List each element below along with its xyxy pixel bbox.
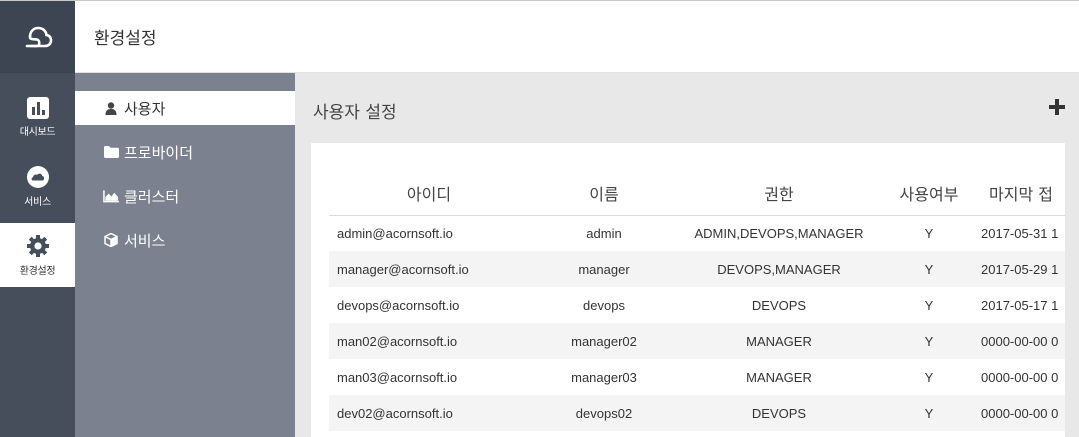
cell-last-login: 0000-00-00 0 (981, 369, 1059, 385)
cell-last-login: 2017-05-17 1 (981, 297, 1059, 313)
icon-rail: 대시보드 서비스 환경설정 (0, 1, 75, 437)
cell-name: devops (583, 297, 625, 313)
cell-id: dev02@acornsoft.io (329, 395, 529, 431)
users-table: 아이디 이름 권한 사용여부 마지막 접 admin@acornsoft.io … (329, 171, 1065, 431)
subnav-item-label: 사용자 (124, 99, 166, 118)
cell-role: ADMIN,DEVOPS,MANAGER (694, 225, 864, 241)
column-header-role[interactable]: 권한 (679, 171, 879, 216)
column-header-enabled[interactable]: 사용여부 (879, 171, 979, 216)
cloud-logo-icon (25, 26, 52, 48)
main-content: 사용자 설정 아이디 이름 권한 사용여부 마지막 접 admin@acorns… (295, 73, 1079, 437)
table-row[interactable]: dev02@acornsoft.io devops02 DEVOPS Y 000… (329, 395, 1065, 431)
cell-name: admin (586, 225, 622, 241)
subnav-item-users[interactable]: 사용자 (75, 91, 295, 125)
column-header-id[interactable]: 아이디 (329, 171, 529, 216)
cell-last-login: 2017-05-29 1 (979, 251, 1065, 287)
cell-id: man02@acornsoft.io (329, 323, 529, 359)
cell-id: manager@acornsoft.io (329, 251, 529, 287)
cube-icon (103, 233, 119, 247)
table-row[interactable]: admin@acornsoft.io admin ADMIN,DEVOPS,MA… (329, 215, 1065, 251)
rail-item-label: 환경설정 (19, 265, 56, 277)
cell-last-login: 0000-00-00 0 (979, 395, 1065, 431)
top-header: 환경설정 (75, 1, 1079, 73)
rail-item-settings[interactable]: 환경설정 (0, 223, 75, 287)
plus-icon (1049, 99, 1065, 115)
cell-role: DEVOPS (679, 395, 879, 431)
subnav-item-label: 프로바이더 (124, 143, 194, 162)
cell-enabled: Y (879, 251, 979, 287)
column-header-name[interactable]: 이름 (529, 171, 679, 216)
bar-chart-icon (26, 96, 49, 119)
cell-enabled: Y (879, 395, 979, 431)
table-row[interactable]: devops@acornsoft.io devops DEVOPS Y 2017… (329, 287, 1065, 323)
cell-id: devops@acornsoft.io (337, 297, 460, 313)
cell-role: MANAGER (746, 369, 812, 385)
users-card: 아이디 이름 권한 사용여부 마지막 접 admin@acornsoft.io … (311, 143, 1065, 437)
cell-last-login: 2017-05-31 1 (981, 225, 1059, 241)
add-user-button[interactable] (1047, 97, 1067, 117)
app-window: 대시보드 서비스 환경설정 환경설정 사용자 프로바이더 클러스터 서비스 사용… (0, 0, 1079, 437)
cell-name: devops02 (529, 395, 679, 431)
column-header-last-login[interactable]: 마지막 접 (979, 171, 1065, 216)
table-header-row: 아이디 이름 권한 사용여부 마지막 접 (329, 171, 1065, 216)
cell-role: DEVOPS,MANAGER (679, 251, 879, 287)
subnav-item-services[interactable]: 서비스 (75, 223, 295, 257)
cell-id: man03@acornsoft.io (337, 369, 458, 385)
cell-enabled: Y (879, 323, 979, 359)
rail-item-label: 서비스 (24, 196, 51, 208)
gear-icon (26, 234, 49, 257)
cell-name: manager02 (529, 323, 679, 359)
table-row[interactable]: manager@acornsoft.io manager DEVOPS,MANA… (329, 251, 1065, 287)
subnav-item-clusters[interactable]: 클러스터 (75, 179, 295, 213)
cell-last-login: 0000-00-00 0 (979, 323, 1065, 359)
rail-item-service[interactable]: 서비스 (0, 154, 75, 218)
cell-name: manager03 (571, 369, 637, 385)
cell-name: manager (529, 251, 679, 287)
cell-enabled: Y (924, 369, 934, 385)
rail-item-dashboard[interactable]: 대시보드 (0, 85, 75, 149)
rail-item-label: 대시보드 (19, 126, 56, 138)
table-row[interactable]: man03@acornsoft.io manager03 MANAGER Y 0… (329, 359, 1065, 395)
cell-role: DEVOPS (751, 297, 807, 313)
table-row[interactable]: man02@acornsoft.io manager02 MANAGER Y 0… (329, 323, 1065, 359)
logo[interactable] (0, 1, 75, 73)
area-chart-icon (103, 189, 119, 203)
subnav-item-providers[interactable]: 프로바이더 (75, 135, 295, 169)
subnav-item-label: 서비스 (124, 231, 166, 250)
page-title: 환경설정 (94, 29, 157, 49)
cloud-icon (26, 165, 49, 188)
cell-role: MANAGER (679, 323, 879, 359)
cell-enabled: Y (924, 297, 934, 313)
section-title: 사용자 설정 (313, 103, 397, 123)
subnav-item-label: 클러스터 (124, 187, 180, 206)
settings-subnav: 사용자 프로바이더 클러스터 서비스 (75, 73, 295, 437)
cell-enabled: Y (924, 225, 934, 241)
cell-id: admin@acornsoft.io (337, 225, 453, 241)
user-icon (103, 101, 119, 115)
folder-icon (103, 145, 119, 159)
